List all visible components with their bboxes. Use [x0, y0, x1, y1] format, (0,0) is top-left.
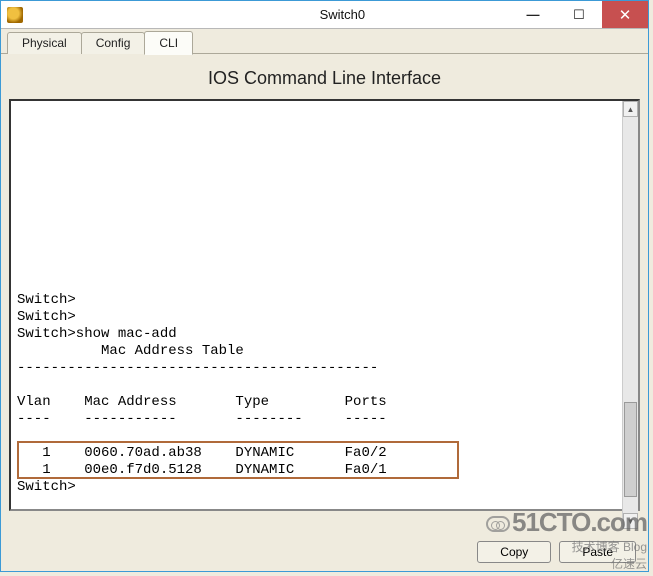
- tab-cli[interactable]: CLI: [144, 31, 193, 55]
- copy-button[interactable]: Copy: [477, 541, 551, 563]
- tab-bar: Physical Config CLI: [1, 29, 648, 54]
- panel-title: IOS Command Line Interface: [9, 62, 640, 99]
- close-button[interactable]: ✕: [602, 1, 648, 28]
- app-window: Switch0 — ☐ ✕ Physical Config CLI IOS Co…: [0, 0, 649, 572]
- app-icon: [7, 7, 23, 23]
- window-title: Switch0: [175, 1, 510, 28]
- scroll-track[interactable]: [623, 117, 638, 513]
- scroll-thumb[interactable]: [624, 402, 637, 497]
- cli-panel: IOS Command Line Interface Switch> Switc…: [1, 54, 648, 571]
- titlebar[interactable]: Switch0 — ☐ ✕: [1, 1, 648, 29]
- scrollbar[interactable]: ▲ ▼: [622, 101, 638, 529]
- tab-physical[interactable]: Physical: [7, 32, 82, 54]
- cli-terminal[interactable]: Switch> Switch> Switch>show mac-add Mac …: [9, 99, 640, 511]
- minimize-button[interactable]: —: [510, 1, 556, 28]
- scroll-up-button[interactable]: ▲: [623, 101, 638, 117]
- paste-button[interactable]: Paste: [559, 541, 636, 563]
- scroll-down-button[interactable]: ▼: [623, 513, 638, 529]
- maximize-button[interactable]: ☐: [556, 1, 602, 28]
- tab-config[interactable]: Config: [81, 32, 146, 54]
